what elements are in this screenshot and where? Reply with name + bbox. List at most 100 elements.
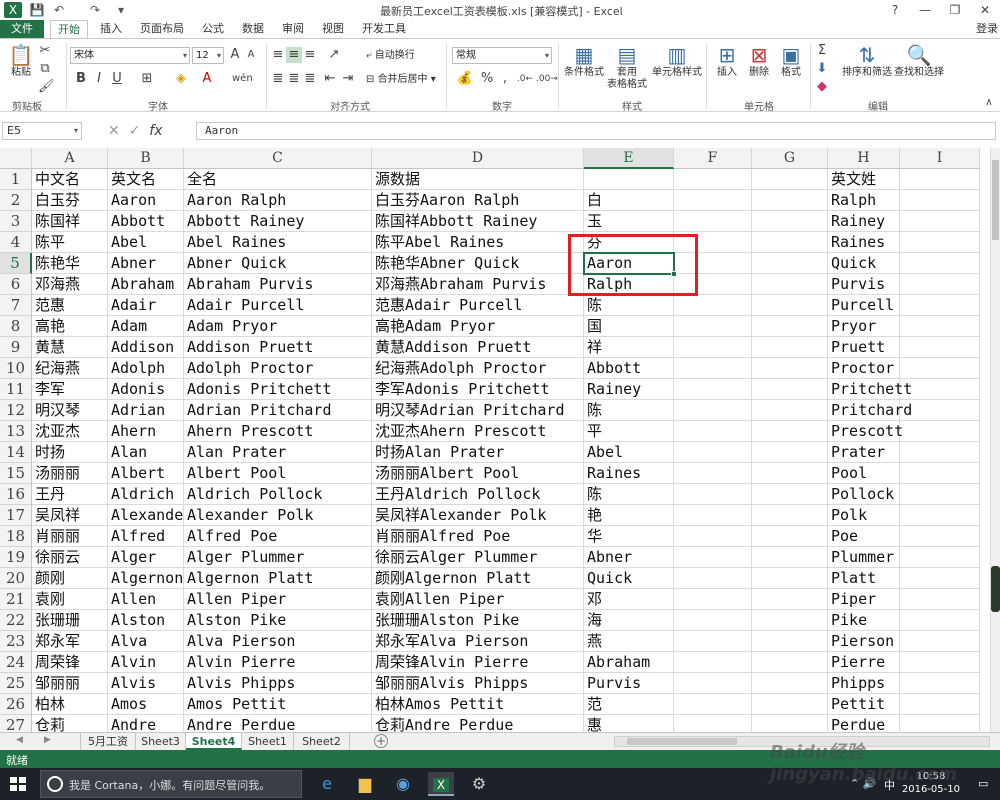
cell-f4[interactable] [674, 232, 752, 253]
cell-e6[interactable]: Ralph [584, 274, 674, 295]
add-sheet-icon[interactable]: + [374, 734, 388, 748]
cell-a4[interactable]: 陈平 [32, 232, 108, 253]
cell-d12[interactable]: 明汉琴Adrian Pritchard [372, 400, 584, 421]
cell-c14[interactable]: Alan Prater [184, 442, 372, 463]
cell-b15[interactable]: Albert [108, 463, 184, 484]
cell-c27[interactable]: Andre Perdue [184, 715, 372, 732]
cell-e10[interactable]: Abbott [584, 358, 674, 379]
cell-e26[interactable]: 范 [584, 694, 674, 715]
cell-b21[interactable]: Allen [108, 589, 184, 610]
font-size-combo[interactable]: 12 ▾ [192, 47, 224, 64]
cell-a14[interactable]: 时扬 [32, 442, 108, 463]
cell-g26[interactable] [752, 694, 828, 715]
cell-g21[interactable] [752, 589, 828, 610]
sheet-tab-active[interactable]: Sheet4 [186, 733, 242, 750]
cell-h24[interactable]: Pierre [828, 652, 900, 673]
cell-a19[interactable]: 徐丽云 [32, 547, 108, 568]
row-header[interactable]: 14 [0, 442, 32, 463]
cell-c20[interactable]: Algernon Platt [184, 568, 372, 589]
column-header-b[interactable]: B [108, 148, 184, 169]
format-as-table-button[interactable]: ▤ 套用 表格格式 [604, 43, 650, 91]
increase-indent-icon[interactable]: ⇥ [340, 71, 356, 87]
row-header[interactable]: 27 [0, 715, 32, 732]
cell-h15[interactable]: Pool [828, 463, 900, 484]
conditional-format-button[interactable]: ▦ 条件格式 [562, 43, 606, 79]
orientation-icon[interactable]: ↗ [326, 47, 342, 63]
row-header[interactable]: 5 [0, 253, 32, 274]
cell-c25[interactable]: Alvis Phipps [184, 673, 372, 694]
cell-a1[interactable]: 中文名 [32, 169, 108, 190]
cell-a11[interactable]: 李军 [32, 379, 108, 400]
cell-i12[interactable] [900, 400, 980, 421]
cell-b16[interactable]: Aldrich [108, 484, 184, 505]
cell-f16[interactable] [674, 484, 752, 505]
row-header[interactable]: 8 [0, 316, 32, 337]
underline-icon[interactable]: U [110, 71, 124, 87]
cell-d20[interactable]: 颜刚Algernon Platt [372, 568, 584, 589]
cell-e20[interactable]: Quick [584, 568, 674, 589]
horizontal-scrollbar[interactable] [614, 736, 990, 747]
cell-a26[interactable]: 柏林 [32, 694, 108, 715]
cell-d7[interactable]: 范惠Adair Purcell [372, 295, 584, 316]
cell-h16[interactable]: Pollock [828, 484, 900, 505]
cell-f18[interactable] [674, 526, 752, 547]
cell-h13[interactable]: Prescott [828, 421, 903, 442]
sheet-tab[interactable]: 5月工资 [80, 733, 136, 750]
cell-d27[interactable]: 仓莉Andre Perdue [372, 715, 584, 732]
cell-f17[interactable] [674, 505, 752, 526]
row-header[interactable]: 20 [0, 568, 32, 589]
cell-a22[interactable]: 张珊珊 [32, 610, 108, 631]
cell-a24[interactable]: 周荣锋 [32, 652, 108, 673]
decrease-indent-icon[interactable]: ⇤ [322, 71, 338, 87]
cell-c23[interactable]: Alva Pierson [184, 631, 372, 652]
cell-h9[interactable]: Pruett [828, 337, 900, 358]
cell-b24[interactable]: Alvin [108, 652, 184, 673]
cell-c12[interactable]: Adrian Pritchard [184, 400, 372, 421]
cell-f21[interactable] [674, 589, 752, 610]
cell-a6[interactable]: 邓海燕 [32, 274, 108, 295]
ime-indicator[interactable]: 中 [884, 777, 895, 793]
cell-g6[interactable] [752, 274, 828, 295]
cell-d17[interactable]: 吴凤祥Alexander Polk [372, 505, 584, 526]
insert-function-icon[interactable]: fx [149, 123, 162, 139]
cell-f6[interactable] [674, 274, 752, 295]
paste-button[interactable]: 📋 粘贴 [4, 43, 38, 79]
delete-cells-button[interactable]: ⊠ 删除 [742, 43, 776, 79]
cell-f14[interactable] [674, 442, 752, 463]
cell-d2[interactable]: 白玉芬Aaron Ralph [372, 190, 584, 211]
cell-b26[interactable]: Amos [108, 694, 184, 715]
cell-f13[interactable] [674, 421, 752, 442]
cell-f8[interactable] [674, 316, 752, 337]
cell-i21[interactable] [900, 589, 980, 610]
edge-browser-icon[interactable]: e [314, 772, 340, 796]
fill-color-icon[interactable]: ◈ [172, 71, 190, 87]
cell-b3[interactable]: Abbott [108, 211, 184, 232]
align-middle-icon[interactable]: ≡ [286, 47, 302, 63]
cell-a18[interactable]: 肖丽丽 [32, 526, 108, 547]
cell-b19[interactable]: Alger [108, 547, 184, 568]
cell-a2[interactable]: 白玉芬 [32, 190, 108, 211]
cell-e16[interactable]: 陈 [584, 484, 674, 505]
windows-start-icon[interactable] [10, 777, 26, 791]
cell-f15[interactable] [674, 463, 752, 484]
find-select-button[interactable]: 🔍 查找和选择 [894, 43, 944, 79]
font-name-combo[interactable]: 宋体 ▾ [70, 47, 190, 64]
bold-icon[interactable]: B [74, 71, 88, 87]
row-header[interactable]: 25 [0, 673, 32, 694]
cell-c22[interactable]: Alston Pike [184, 610, 372, 631]
cell-a17[interactable]: 吴凤祥 [32, 505, 108, 526]
cell-d16[interactable]: 王丹Aldrich Pollock [372, 484, 584, 505]
cell-f2[interactable] [674, 190, 752, 211]
cell-i20[interactable] [900, 568, 980, 589]
cell-i22[interactable] [900, 610, 980, 631]
font-color-icon[interactable]: A [198, 71, 216, 87]
tab-page-layout[interactable]: 页面布局 [134, 20, 190, 38]
cell-a16[interactable]: 王丹 [32, 484, 108, 505]
cell-c16[interactable]: Aldrich Pollock [184, 484, 372, 505]
help-button[interactable]: ? [880, 1, 910, 19]
cell-i24[interactable] [900, 652, 980, 673]
copy-icon[interactable]: ⧉ [38, 61, 52, 77]
tab-review[interactable]: 审阅 [276, 20, 310, 38]
cell-e19[interactable]: Abner [584, 547, 674, 568]
cell-i6[interactable] [900, 274, 980, 295]
